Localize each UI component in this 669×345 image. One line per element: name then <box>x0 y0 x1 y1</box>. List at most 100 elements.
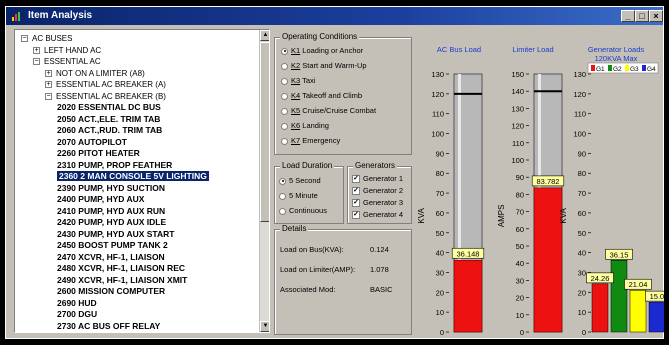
tree-leaf-item[interactable]: 2060 ACT.,RUD. TRIM TAB <box>57 125 162 136</box>
chart-1-tick-label: 80 <box>516 190 524 199</box>
generator-checkbox[interactable]: ✓ Generator 1 <box>352 174 403 184</box>
detail-value: 1.078 <box>370 265 389 274</box>
tree-leaf-item[interactable]: 2470 XCVR, HF-1, LIAISON <box>57 252 165 263</box>
tree-leaf-item[interactable]: 2700 DGU <box>57 309 97 320</box>
tree-scrollbar[interactable]: ▲ ▼ <box>259 30 269 332</box>
item-tree[interactable]: ▲ ▼ − AC BUSES + LEFT HAND AC − ESSENTIAL AC +… <box>14 29 270 333</box>
duration-option[interactable]: Continuous <box>279 206 327 216</box>
condition-option-k1[interactable]: K1 Loading or Anchor <box>281 46 363 56</box>
tree-leaf-item[interactable]: 2480 XCVR, HF-1, LIAISON REC <box>57 263 185 274</box>
maximize-button[interactable]: □ <box>635 10 649 22</box>
chart-0-tick-label: 10 <box>436 308 444 317</box>
tree-leaf-item[interactable]: 2410 PUMP, HYD AUX RUN <box>57 206 165 217</box>
tree-branch-item[interactable]: − AC BUSES <box>21 33 72 44</box>
tree-branch-item[interactable]: − ESSENTIAL AC BREAKER (B) <box>45 91 166 102</box>
tree-leaf-item[interactable]: 2020 ESSENTIAL DC BUS <box>57 102 161 113</box>
ac-bus-load-title: AC Bus Load <box>436 45 482 54</box>
title-bar[interactable]: Item Analysis _ □ × <box>6 7 663 25</box>
tree-leaf-item[interactable]: 2400 PUMP, HYD AUX <box>57 194 144 205</box>
generator-checkbox[interactable]: ✓ Generator 3 <box>352 198 403 208</box>
generator-checkbox[interactable]: ✓ Generator 2 <box>352 186 403 196</box>
checkbox-icon[interactable]: ✓ <box>352 175 360 184</box>
radio-button-icon[interactable] <box>281 137 288 145</box>
radio-button-icon[interactable] <box>281 62 288 70</box>
expand-icon[interactable]: + <box>33 46 40 54</box>
condition-key: K3 <box>291 76 301 85</box>
expand-icon[interactable]: + <box>45 81 52 89</box>
checkbox-icon[interactable]: ✓ <box>352 211 360 220</box>
tree-leaf-item[interactable]: 2260 PITOT HEATER <box>57 148 140 159</box>
tree-branch-item[interactable]: − ESSENTIAL AC <box>33 56 101 67</box>
chart-1-tick-label: 60 <box>516 225 524 234</box>
radio-button-icon[interactable] <box>279 192 286 200</box>
chart-1-tick-label: 70 <box>516 208 524 217</box>
legend-label: G2 <box>613 66 622 73</box>
tree-branch-item[interactable]: + NOT ON A LIMITER (A8) <box>45 68 145 79</box>
tree-item-label: 2430 PUMP, HYD AUX START <box>57 228 175 239</box>
expand-icon[interactable]: + <box>45 69 52 77</box>
generators-group: Generators ✓ Generator 1 ✓ Generator 2 ✓ Gene… <box>347 161 412 224</box>
tree-branch-item[interactable]: + LEFT HAND AC <box>33 45 101 56</box>
tree-leaf-item[interactable]: 2420 PUMP, HYD AUX IDLE <box>57 217 166 228</box>
radio-button-icon[interactable] <box>281 92 288 100</box>
tree-leaf-item[interactable]: 2360 2 MAN CONSOLE 5V LIGHTING <box>57 171 209 182</box>
checkbox-icon[interactable]: ✓ <box>352 187 360 196</box>
duration-label: 5 Minute <box>289 191 318 200</box>
checkbox-icon[interactable]: ✓ <box>352 199 360 208</box>
operating-conditions-group: Operating Conditions K1 Loading or Ancho… <box>274 32 412 155</box>
condition-option-k2[interactable]: K2 Start and Warm-Up <box>281 61 367 71</box>
condition-option-k6[interactable]: K6 Landing <box>281 121 329 131</box>
duration-option[interactable]: 5 Minute <box>279 191 318 201</box>
chart-0-tick-label: 100 <box>431 130 444 139</box>
condition-option-k7[interactable]: K7 Emergency <box>281 136 340 146</box>
tree-leaf-item[interactable]: 2450 BOOST PUMP TANK 2 <box>57 240 168 251</box>
chart-0-tick-label: 80 <box>436 169 444 178</box>
scroll-up-button[interactable]: ▲ <box>260 30 269 41</box>
collapse-icon[interactable]: − <box>45 92 52 100</box>
chart-1-tick-label: 0 <box>520 328 524 337</box>
generator-checkbox[interactable]: ✓ Generator 4 <box>352 210 403 220</box>
tree-branch-item[interactable]: + ESSENTIAL AC BREAKER (A) <box>45 79 166 90</box>
chart-1-tick-label: 150 <box>511 70 524 79</box>
collapse-icon[interactable]: − <box>21 35 28 43</box>
tree-leaf-item[interactable]: 2490 XCVR, HF-1, LIAISON XMIT <box>57 275 187 286</box>
tree-item-label: LEFT HAND AC <box>44 45 102 55</box>
generators-legend: Generators <box>353 161 398 170</box>
tree-leaf-item[interactable]: 2430 PUMP, HYD AUX START <box>57 229 174 240</box>
condition-option-k5[interactable]: K5 Cruise/Cruise Combat <box>281 106 376 116</box>
tree-leaf-item[interactable]: 2310 PUMP, PROP FEATHER <box>57 160 172 171</box>
tree-leaf-item[interactable]: 2050 ACT.,ELE. TRIM TAB <box>57 114 160 125</box>
radio-button-icon[interactable] <box>281 77 288 85</box>
radio-button-icon[interactable] <box>281 107 288 115</box>
close-button[interactable]: × <box>649 10 663 22</box>
tree-leaf-item[interactable]: 2600 MISSION COMPUTER <box>57 286 165 297</box>
scroll-down-button[interactable]: ▼ <box>260 321 269 332</box>
condition-label: Start and Warm-Up <box>302 61 367 70</box>
legend-label: G4 <box>647 66 656 73</box>
scroll-thumb[interactable] <box>260 42 269 222</box>
tree-leaf-item[interactable]: 2070 AUTOPILOT <box>57 137 127 148</box>
generator-value-label-g4: 15.05 <box>650 292 664 301</box>
tree-leaf-item[interactable]: 2690 HUD <box>57 298 97 309</box>
tree-item-label: 2690 HUD <box>57 297 97 308</box>
tree-item-label: 2070 AUTOPILOT <box>57 136 127 147</box>
minimize-button[interactable]: _ <box>621 10 635 22</box>
condition-option-k3[interactable]: K3 Taxi <box>281 76 315 86</box>
chart-1-tick-label: 130 <box>511 104 524 113</box>
duration-option[interactable]: 5 Second <box>279 176 321 186</box>
generator-label: Generator 1 <box>363 174 404 183</box>
radio-button-icon[interactable] <box>281 47 288 55</box>
condition-key: K1 <box>291 46 301 55</box>
radio-button-icon[interactable] <box>279 207 286 215</box>
tree-item-label: ESSENTIAL AC BREAKER (A) <box>56 80 166 89</box>
chart-2-tick-label: 110 <box>574 110 586 119</box>
radio-button-icon[interactable] <box>281 122 288 130</box>
radio-button-icon[interactable] <box>279 177 286 185</box>
collapse-icon[interactable]: − <box>33 58 40 66</box>
tree-leaf-item[interactable]: 2730 AC BUS OFF RELAY <box>57 321 160 332</box>
details-legend: Details <box>280 224 309 233</box>
chart-2-tick-label: 80 <box>578 169 586 178</box>
tree-leaf-item[interactable]: 2390 PUMP, HYD SUCTION <box>57 183 165 194</box>
condition-option-k4[interactable]: K4 Takeoff and Climb <box>281 91 362 101</box>
detail-label: Load on Bus(KVA): <box>280 245 344 254</box>
